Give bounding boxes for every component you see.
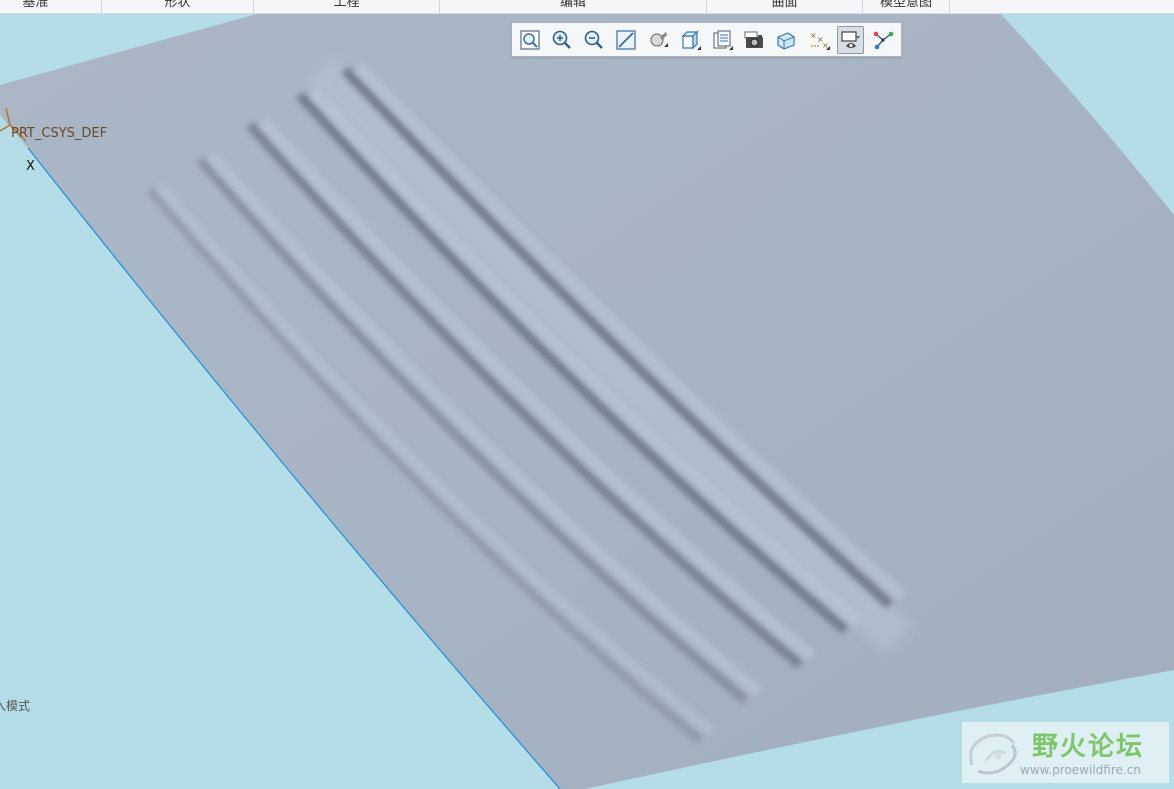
perspective-icon: [650, 31, 669, 47]
ribbon-group-editing[interactable]: 编辑: [440, 0, 707, 13]
annotation-display-button[interactable]: [836, 25, 865, 54]
ribbon-group-shapes[interactable]: 形状: [102, 0, 254, 13]
section-button[interactable]: [773, 26, 801, 54]
ribbon-group-bar: 基准 形状 工程 编辑 曲面 模型意图: [0, 0, 1174, 14]
ribbon-group-label: 模型意图: [879, 0, 932, 10]
ribbon-group-engineering[interactable]: 工程: [254, 0, 440, 13]
spin-center-button[interactable]: [869, 26, 897, 54]
annotation-display-icon: [841, 30, 860, 48]
zoom-out-icon: [584, 30, 603, 49]
view-manager-button[interactable]: [741, 26, 769, 54]
saved-orientations-icon: [713, 29, 734, 50]
x-axis-label: X: [26, 159, 35, 174]
repaint-icon: [616, 29, 636, 50]
ribbon-group-datum[interactable]: 基准: [0, 0, 102, 13]
ribbon-group-surfaces[interactable]: 曲面: [707, 0, 863, 13]
repaint-button[interactable]: [612, 26, 640, 54]
csys-label: PRT_CSYS_DEF: [11, 126, 108, 141]
zoom-out-button[interactable]: [580, 26, 608, 54]
graphics-viewport[interactable]: PRT_CSYS_DEF X 入模式: [0, 13, 1174, 789]
ribbon-group-label: 工程: [333, 0, 360, 10]
display-style-icon: [681, 30, 702, 50]
perspective-button[interactable]: [644, 26, 672, 54]
model-canvas[interactable]: [0, 13, 1174, 789]
refit-button[interactable]: [516, 26, 544, 54]
view-manager-icon: [744, 31, 764, 48]
saved-orientations-button[interactable]: [708, 26, 736, 54]
section-icon: [777, 31, 796, 50]
watermark-logo: [969, 733, 1017, 775]
watermark-title: 野火论坛: [1032, 732, 1145, 762]
ribbon-group-label: 形状: [164, 0, 191, 10]
ribbon-group-label: 基准: [22, 0, 49, 10]
zoom-in-icon: [552, 30, 571, 49]
datum-display-icon: × × ×: [810, 31, 830, 50]
ribbon-group-model-intent[interactable]: 模型意图: [863, 0, 950, 13]
spin-center-icon: [873, 31, 894, 49]
refit-icon: [520, 29, 540, 50]
mode-status-text: 入模式: [0, 699, 31, 713]
ribbon-group-label: 编辑: [559, 0, 586, 10]
app-window: 基准 形状 工程 编辑 曲面 模型意图 PRT_CSYS_DEF X 入模式 ×…: [0, 0, 1174, 789]
ribbon-group-label: 曲面: [771, 0, 798, 10]
svg-text:×: ×: [810, 31, 817, 40]
zoom-in-button[interactable]: [548, 26, 576, 54]
graphics-toolbar: × × ×: [511, 22, 902, 57]
datum-display-button[interactable]: × × ×: [805, 26, 833, 54]
display-style-button[interactable]: [676, 26, 704, 54]
forum-watermark: 野火论坛 www.proewildfire.cn: [962, 722, 1169, 783]
watermark-url: www.proewildfire.cn: [1020, 763, 1141, 777]
